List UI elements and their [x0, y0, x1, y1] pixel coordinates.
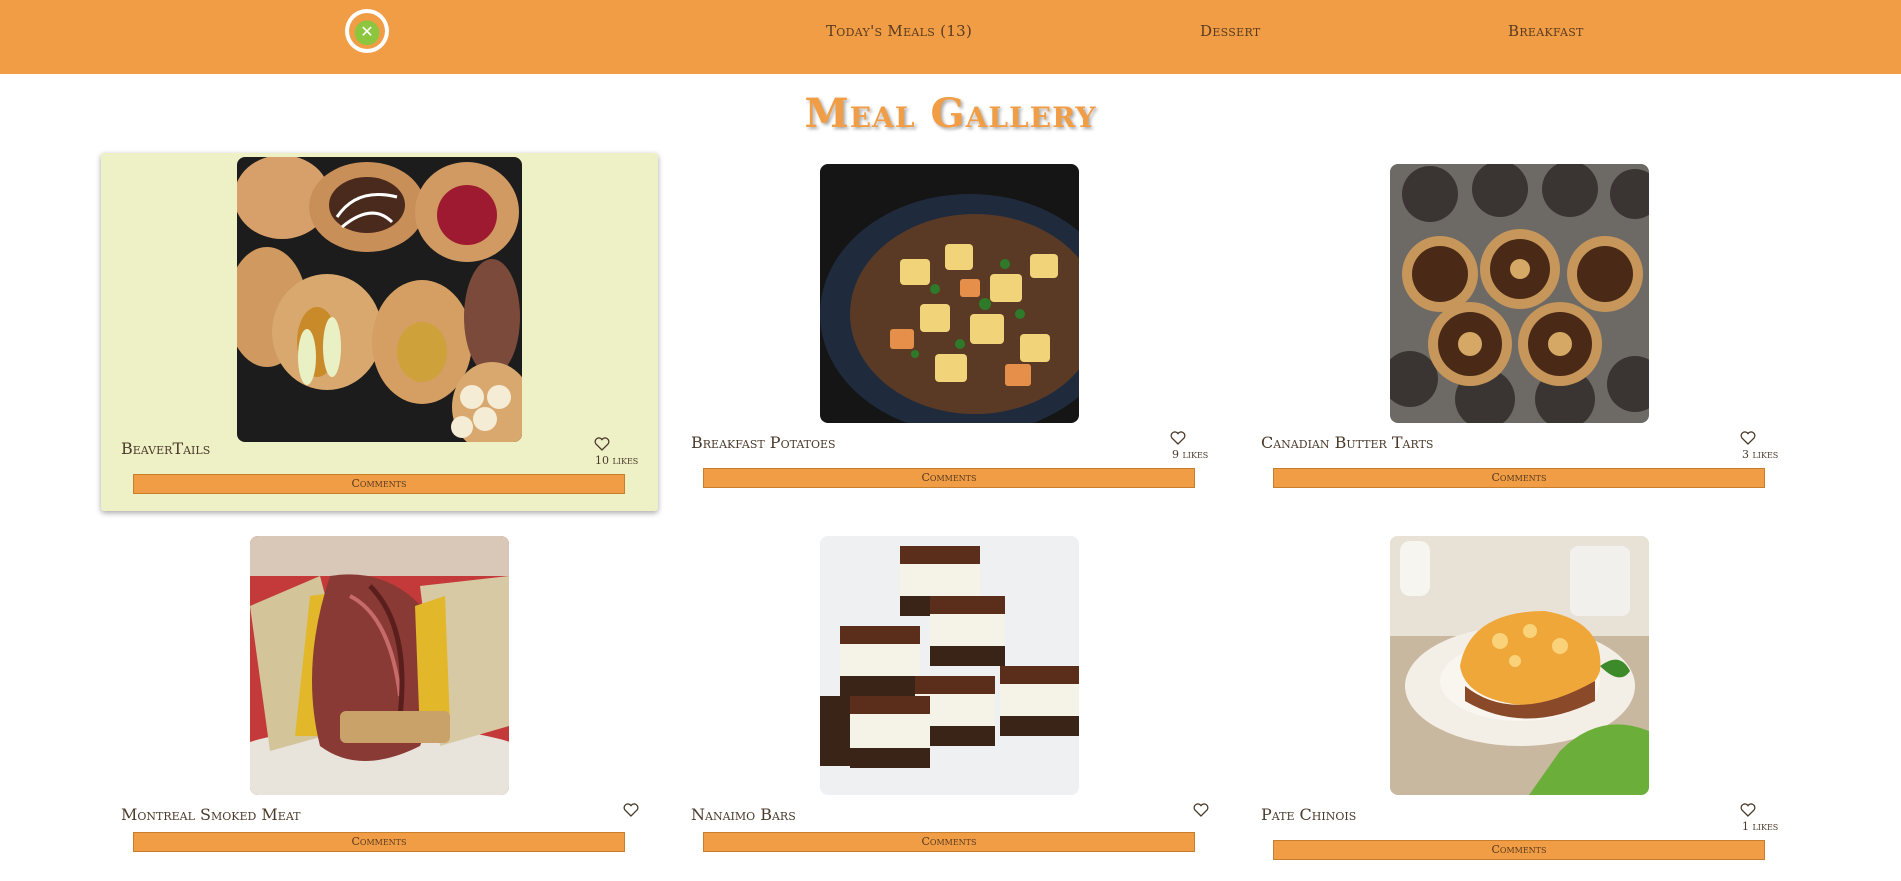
breakfast-potatoes-photo[interactable]: [820, 164, 1079, 423]
likes-count: 9 likes: [1172, 448, 1209, 461]
page-title: Meal Gallery: [804, 90, 1097, 137]
heart-icon[interactable]: [1740, 803, 1756, 817]
comments-button[interactable]: Comments: [1273, 840, 1765, 860]
meal-card[interactable]: Pate Chinois 1 likes Comments: [1241, 531, 1798, 871]
meal-name: Canadian Butter Tarts: [1261, 433, 1434, 452]
nav-todays-meals[interactable]: Today's Meals (13): [826, 22, 972, 40]
meal-card[interactable]: Nanaimo Bars Comments: [671, 531, 1228, 871]
nav-dessert[interactable]: Dessert: [1200, 22, 1261, 40]
likes-count: 3 likes: [1742, 448, 1779, 461]
fork-knife-logo-icon: ✕: [349, 13, 385, 49]
meal-name: Pate Chinois: [1261, 805, 1357, 824]
heart-icon[interactable]: [594, 437, 610, 451]
meal-name: Nanaimo Bars: [691, 805, 796, 824]
meal-card[interactable]: BeaverTails 10 likes Comments: [101, 153, 658, 511]
comments-button[interactable]: Comments: [703, 832, 1195, 852]
nanaimo-bars-photo[interactable]: [820, 536, 1079, 795]
heart-icon[interactable]: [1170, 431, 1186, 445]
meal-name: Montreal Smoked Meat: [121, 805, 301, 824]
meal-name: Breakfast Potatoes: [691, 433, 836, 452]
likes-count: 1 likes: [1742, 820, 1779, 833]
nav-breakfast[interactable]: Breakfast: [1508, 22, 1584, 40]
comments-button[interactable]: Comments: [133, 832, 625, 852]
heart-icon[interactable]: [1193, 803, 1209, 817]
meal-card[interactable]: Canadian Butter Tarts 3 likes Comments: [1241, 159, 1798, 499]
comments-button[interactable]: Comments: [703, 468, 1195, 488]
heart-icon[interactable]: [1740, 431, 1756, 445]
likes-count: 10 likes: [595, 454, 639, 467]
meal-card[interactable]: Breakfast Potatoes 9 likes Comments: [671, 159, 1228, 499]
pate-chinois-photo[interactable]: [1390, 536, 1649, 795]
meal-name: BeaverTails: [121, 439, 211, 458]
beavertails-photo[interactable]: [237, 157, 522, 442]
logo[interactable]: ✕: [345, 9, 389, 53]
heart-icon[interactable]: [623, 803, 639, 817]
comments-button[interactable]: Comments: [133, 474, 625, 494]
meal-card[interactable]: Montreal Smoked Meat Comments: [101, 531, 658, 871]
butter-tarts-photo[interactable]: [1390, 164, 1649, 423]
comments-button[interactable]: Comments: [1273, 468, 1765, 488]
navbar: ✕ Today's Meals (13) Dessert Breakfast: [0, 0, 1901, 74]
smoked-meat-photo[interactable]: [250, 536, 509, 795]
